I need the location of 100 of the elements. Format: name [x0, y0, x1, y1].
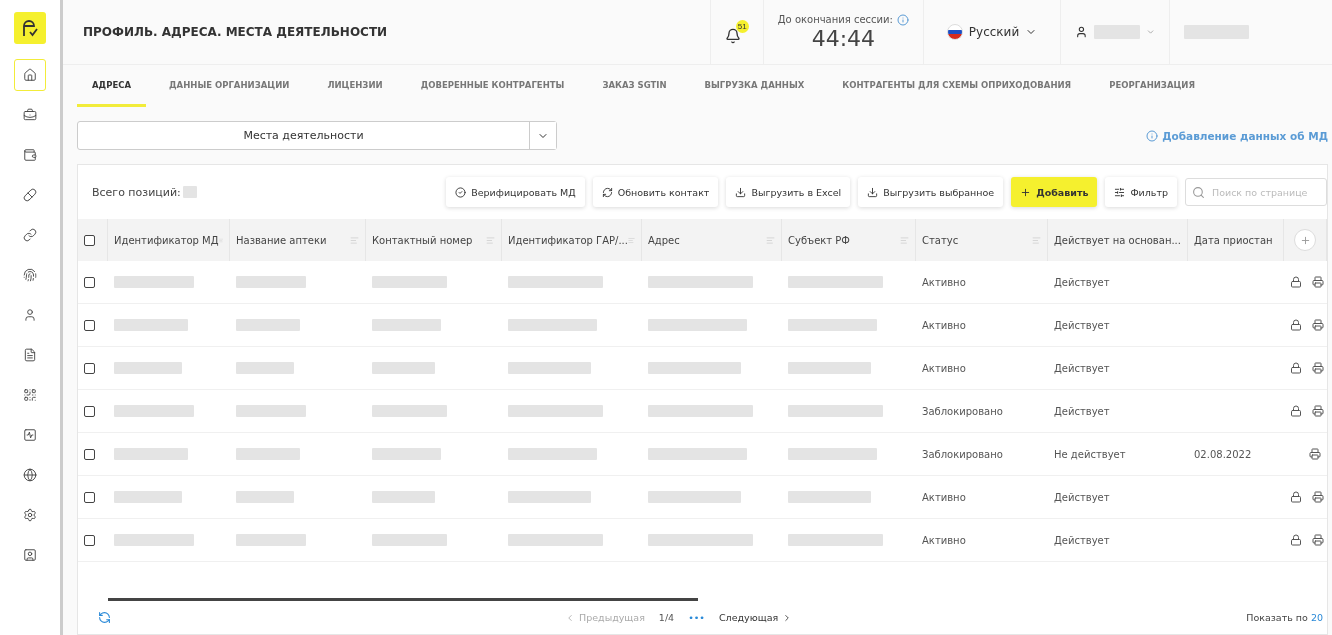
checkbox[interactable] [84, 319, 95, 331]
printer-icon[interactable] [1312, 534, 1324, 546]
redacted-block [372, 491, 435, 503]
redacted-block [372, 362, 435, 374]
search-field[interactable]: Поиск по странице [1185, 178, 1327, 206]
next-page-button[interactable]: Следующая [718, 612, 793, 623]
page-size-value[interactable]: 20 [1310, 612, 1323, 623]
tab[interactable]: ЗАКАЗ SGTIN [587, 65, 682, 107]
table-cell: Заблокировано [922, 448, 1003, 460]
printer-icon[interactable] [1312, 362, 1324, 374]
toolbar-button[interactable]: Добавить [1011, 177, 1098, 207]
redacted-block [236, 362, 294, 374]
qr-code-icon [23, 388, 37, 402]
horizontal-scrollbar[interactable] [108, 598, 698, 601]
table-cell: Заблокировано [922, 405, 1003, 417]
more-pages[interactable]: ••• [688, 612, 705, 623]
column-header: Контактный номер [372, 234, 473, 246]
printer-icon[interactable] [1312, 405, 1324, 417]
checkbox[interactable] [84, 491, 95, 503]
checkbox[interactable] [84, 448, 95, 460]
check-circle-icon [455, 186, 467, 198]
tab[interactable]: ДОВЕРЕННЫЕ КОНТРАГЕНТЫ [405, 65, 580, 107]
checkbox[interactable] [84, 276, 95, 288]
checkbox[interactable] [84, 362, 95, 374]
column-header: Статус [922, 234, 959, 246]
toolbar-button[interactable]: Выгрузить выбранное [858, 177, 1004, 207]
printer-icon[interactable] [1312, 276, 1324, 288]
checkbox[interactable] [84, 534, 95, 546]
table-cell: Действует [1054, 276, 1110, 288]
tab[interactable]: КОНТРАГЕНТЫ ДЛЯ СХЕМЫ ОПРИХОДОВАНИЯ [827, 65, 1087, 107]
table-cell: Активно [922, 491, 966, 503]
redacted-block [236, 534, 306, 546]
checkbox[interactable] [84, 405, 95, 417]
column-header: Действует на основан... [1054, 234, 1181, 246]
tab[interactable]: ВЫГРУЗКА ДАННЫХ [689, 65, 820, 107]
refresh-icon[interactable] [98, 611, 111, 624]
bell-icon [724, 28, 741, 44]
id-card-icon [23, 548, 37, 562]
globe-icon [23, 468, 37, 482]
table-cell: Действует [1054, 319, 1110, 331]
toolbar-button[interactable]: Выгрузить в Excel [726, 177, 851, 207]
redacted-block [372, 319, 441, 331]
lock-icon[interactable] [1290, 534, 1302, 546]
column-header: Адрес [648, 234, 680, 246]
add-column-button[interactable] [1294, 229, 1316, 251]
redacted-block [372, 448, 441, 460]
info-icon [1146, 129, 1159, 142]
table-cell: Действует [1054, 362, 1110, 374]
flag-icon [946, 24, 963, 40]
briefcase-icon [23, 108, 37, 122]
column-header: Субъект РФ [788, 234, 850, 246]
printer-icon[interactable] [1312, 491, 1324, 503]
toolbar-button[interactable]: Обновить контакт [592, 177, 719, 207]
table-cell: Активно [922, 362, 966, 374]
lock-icon[interactable] [1290, 276, 1302, 288]
user-icon [23, 308, 37, 322]
session-label: До окончания сессии: [777, 14, 893, 25]
document-icon [23, 348, 37, 362]
redacted-block [236, 491, 294, 503]
total-label: Всего позиций: [92, 185, 181, 199]
pill-icon [23, 188, 37, 202]
settings-icon [23, 508, 37, 522]
session-timer: 44:44 [811, 25, 876, 51]
lock-icon[interactable] [1290, 319, 1302, 331]
download-icon [735, 186, 747, 198]
lock-icon[interactable] [1290, 405, 1302, 417]
column-header: Дата приостан [1194, 234, 1273, 246]
sidebar-item[interactable] [14, 59, 46, 91]
toolbar-button[interactable]: Верифицировать МД [446, 177, 585, 207]
tab[interactable]: РЕОРГАНИЗАЦИЯ [1094, 65, 1211, 107]
notifications-button[interactable]: 51 [724, 20, 749, 44]
tab[interactable]: АДРЕСА [77, 65, 146, 107]
lock-icon[interactable] [1290, 362, 1302, 374]
redacted-block [236, 276, 306, 288]
search-icon [1192, 186, 1205, 199]
wallet-icon [23, 148, 37, 162]
notification-count: 51 [735, 20, 749, 33]
download-icon [867, 186, 879, 198]
redacted-block [236, 319, 300, 331]
language-selector[interactable]: Русский [940, 23, 1044, 41]
table-cell: 02.08.2022 [1194, 448, 1252, 460]
table-cell: Действует [1054, 491, 1110, 503]
lock-icon[interactable] [1290, 491, 1302, 503]
redacted-block [236, 448, 300, 460]
place-select[interactable]: Места деятельности [77, 121, 557, 150]
printer-icon[interactable] [1312, 319, 1324, 331]
link-icon [23, 228, 37, 242]
printer-icon[interactable] [1309, 448, 1321, 460]
table-cell: Активно [922, 276, 966, 288]
checkbox[interactable] [84, 234, 95, 246]
page-indicator: 1/4 [658, 612, 675, 623]
tab[interactable]: ЛИЦЕНЗИИ [312, 65, 398, 107]
toolbar-button[interactable]: Фильтр [1105, 177, 1177, 207]
tab[interactable]: ДАННЫЕ ОРГАНИЗАЦИИ [154, 65, 305, 107]
redacted-block [114, 491, 182, 503]
column-header: Название аптеки [236, 234, 327, 246]
table-cell: Не действует [1054, 448, 1126, 460]
app-logo[interactable] [14, 12, 46, 44]
plus-icon [1299, 234, 1311, 246]
filter-icon [1114, 186, 1126, 198]
